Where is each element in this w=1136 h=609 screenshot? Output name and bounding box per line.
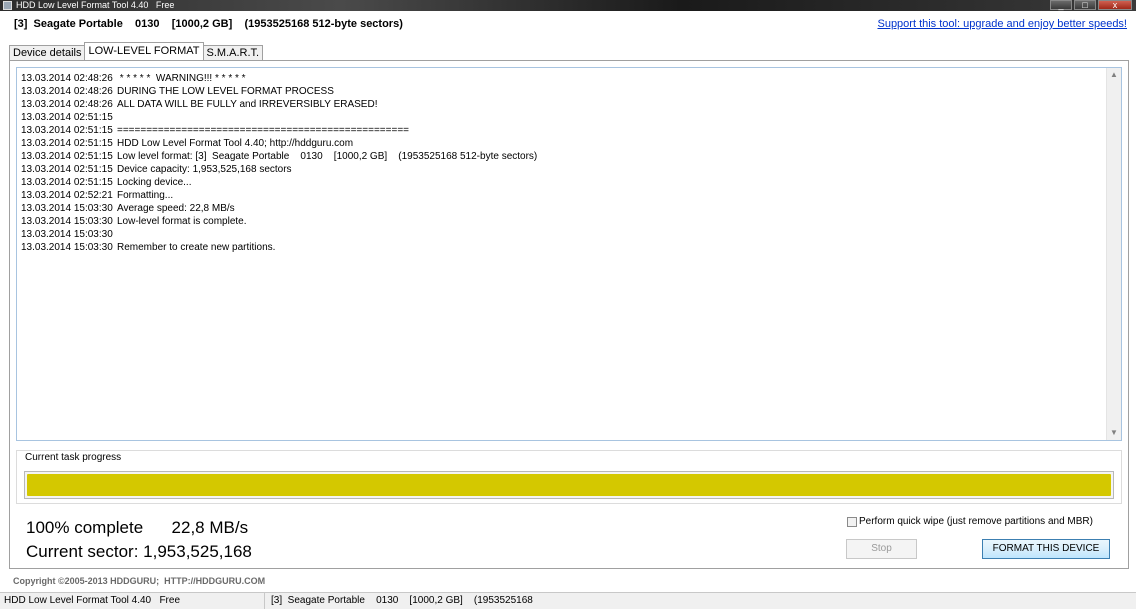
log-message: DURING THE LOW LEVEL FORMAT PROCESS bbox=[117, 86, 334, 97]
log-line: 13.03.2014 02:51:15 HDD Low Level Format … bbox=[21, 137, 537, 150]
copyright-text: Copyright ©2005-2013 HDDGURU; HTTP://HDD… bbox=[13, 576, 266, 586]
support-upgrade-link[interactable]: Support this tool: upgrade and enjoy bet… bbox=[877, 18, 1127, 30]
close-button[interactable]: x bbox=[1098, 0, 1132, 10]
stop-button[interactable]: Stop bbox=[846, 539, 917, 559]
progress-stats: 100% complete 22,8 MB/s bbox=[26, 518, 248, 538]
status-bar: HDD Low Level Format Tool 4.40 Free [3] … bbox=[0, 592, 1136, 609]
log-timestamp: 13.03.2014 02:48:26 bbox=[21, 73, 113, 84]
log-line: 13.03.2014 15:03:30 bbox=[21, 228, 537, 241]
log-line: 13.03.2014 02:51:15 Locking device... bbox=[21, 176, 537, 189]
log-message: Low-level format is complete. bbox=[117, 216, 247, 227]
status-device: [3] Seagate Portable 0130 [1000,2 GB] (1… bbox=[264, 593, 534, 609]
log-line: 13.03.2014 02:51:15 =====================… bbox=[21, 124, 537, 137]
log-timestamp: 13.03.2014 02:51:15 bbox=[21, 138, 113, 149]
tab-low-level-format[interactable]: LOW-LEVEL FORMAT bbox=[84, 42, 204, 60]
window-controls: _ □ x bbox=[1048, 0, 1132, 11]
percent-complete: 100% complete bbox=[26, 518, 144, 537]
log-line: 13.03.2014 02:51:15 Low level format: [3]… bbox=[21, 150, 537, 163]
log-timestamp: 13.03.2014 02:48:26 bbox=[21, 86, 113, 97]
current-sector-value: 1,953,525,168 bbox=[143, 542, 252, 561]
progress-label: Current task progress bbox=[24, 452, 123, 463]
log-message: Locking device... bbox=[117, 177, 192, 188]
log-timestamp: 13.03.2014 02:51:15 bbox=[21, 151, 113, 162]
minimize-icon: _ bbox=[1058, 0, 1064, 10]
log-timestamp: 13.03.2014 15:03:30 bbox=[21, 242, 113, 253]
quick-wipe-label: Perform quick wipe (just remove partitio… bbox=[859, 516, 1093, 527]
tab-smart[interactable]: S.M.A.R.T. bbox=[202, 45, 264, 60]
log-timestamp: 13.03.2014 02:51:15 bbox=[21, 112, 113, 123]
scroll-up-icon[interactable]: ▲ bbox=[1107, 68, 1121, 82]
log-message: Low level format: [3] Seagate Portable 0… bbox=[117, 151, 538, 162]
log-line: 13.03.2014 15:03:30 Remember to create ne… bbox=[21, 241, 537, 254]
log-message: * * * * * WARNING!!! * * * * * bbox=[117, 73, 246, 84]
log-timestamp: 13.03.2014 02:52:21 bbox=[21, 190, 113, 201]
quick-wipe-option[interactable]: Perform quick wipe (just remove partitio… bbox=[847, 516, 1093, 527]
log-line: 13.03.2014 02:51:15 bbox=[21, 111, 537, 124]
log-lines: 13.03.2014 02:48:26 * * * * * WARNING!!!… bbox=[21, 72, 537, 254]
log-message: ========================================… bbox=[117, 125, 409, 136]
log-message: Average speed: 22,8 MB/s bbox=[117, 203, 235, 214]
close-icon: x bbox=[1112, 0, 1118, 10]
format-device-button[interactable]: FORMAT THIS DEVICE bbox=[982, 539, 1110, 559]
log-timestamp: 13.03.2014 02:51:15 bbox=[21, 177, 113, 188]
progress-fill bbox=[27, 474, 1111, 496]
log-message: Formatting... bbox=[117, 190, 174, 201]
log-timestamp: 13.03.2014 02:51:15 bbox=[21, 164, 113, 175]
log-message: HDD Low Level Format Tool 4.40; http://h… bbox=[117, 138, 354, 149]
transfer-speed: 22,8 MB/s bbox=[171, 518, 249, 537]
scroll-down-icon[interactable]: ▼ bbox=[1107, 426, 1121, 440]
log-timestamp: 13.03.2014 15:03:30 bbox=[21, 203, 113, 214]
tab-strip: Device details LOW-LEVEL FORMAT S.M.A.R.… bbox=[9, 42, 264, 60]
window-title: HDD Low Level Format Tool 4.40 Free bbox=[16, 0, 175, 10]
log-line: 13.03.2014 02:51:15 Device capacity: 1,95… bbox=[21, 163, 537, 176]
log-line: 13.03.2014 02:48:26 * * * * * WARNING!!!… bbox=[21, 72, 537, 85]
progress-bar bbox=[24, 471, 1114, 499]
log-scrollbar[interactable]: ▲ ▼ bbox=[1106, 68, 1121, 440]
tab-device-details[interactable]: Device details bbox=[9, 45, 86, 60]
log-timestamp: 13.03.2014 15:03:30 bbox=[21, 216, 113, 227]
log-timestamp: 13.03.2014 02:51:15 bbox=[21, 125, 113, 136]
app-icon bbox=[3, 1, 12, 10]
log-timestamp: 13.03.2014 02:48:26 bbox=[21, 99, 113, 110]
log-line: 13.03.2014 15:03:30 Average speed: 22,8 M… bbox=[21, 202, 537, 215]
log-message: ALL DATA WILL BE FULLY and IRREVERSIBLY … bbox=[117, 99, 378, 110]
title-bar: HDD Low Level Format Tool 4.40 Free _ □ … bbox=[0, 0, 1136, 11]
maximize-button[interactable]: □ bbox=[1074, 0, 1096, 10]
current-sector: Current sector: 1,953,525,168 bbox=[26, 542, 252, 562]
selected-device-info: [3] Seagate Portable 0130 [1000,2 GB] (1… bbox=[14, 18, 403, 30]
maximize-icon: □ bbox=[1082, 0, 1088, 10]
status-app-name: HDD Low Level Format Tool 4.40 Free bbox=[4, 595, 181, 606]
log-message: Remember to create new partitions. bbox=[117, 242, 276, 253]
minimize-button[interactable]: _ bbox=[1050, 0, 1072, 10]
log-line: 13.03.2014 02:48:26 ALL DATA WILL BE FULL… bbox=[21, 98, 537, 111]
log-line: 13.03.2014 02:52:21 Formatting... bbox=[21, 189, 537, 202]
log-line: 13.03.2014 15:03:30 Low-level format is c… bbox=[21, 215, 537, 228]
log-line: 13.03.2014 02:48:26 DURING THE LOW LEVEL … bbox=[21, 85, 537, 98]
quick-wipe-checkbox[interactable] bbox=[847, 516, 857, 527]
log-output[interactable]: 13.03.2014 02:48:26 * * * * * WARNING!!!… bbox=[16, 67, 1122, 441]
current-sector-label: Current sector: bbox=[26, 542, 139, 561]
log-message: Device capacity: 1,953,525,168 sectors bbox=[117, 164, 292, 175]
log-timestamp: 13.03.2014 15:03:30 bbox=[21, 229, 113, 240]
